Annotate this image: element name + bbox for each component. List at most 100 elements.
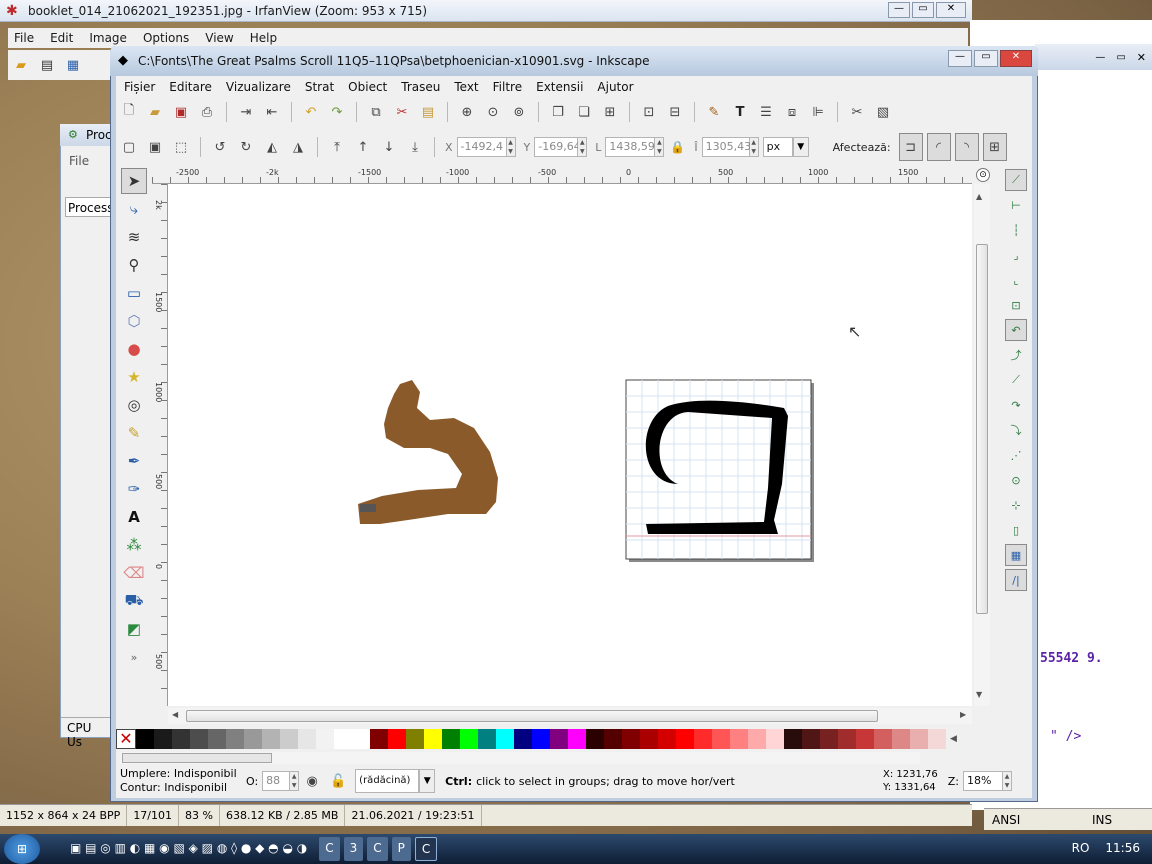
inkscape-maximize-button[interactable]: ▭ (974, 50, 998, 67)
palette-swatch[interactable] (226, 729, 244, 749)
xml-editor-icon[interactable]: ⧈ (783, 103, 801, 121)
palette-swatch[interactable] (424, 729, 442, 749)
palette-swatch[interactable] (352, 729, 370, 749)
rotate-cw-icon[interactable]: ↻ (237, 138, 255, 156)
palette-swatch[interactable] (640, 729, 658, 749)
transform-patterns-icon[interactable]: ⊞ (982, 133, 1007, 161)
paint-bucket-tool-icon[interactable]: ⛟ (121, 588, 147, 614)
taskbar-item-3[interactable]: C (367, 837, 388, 861)
menu-ajutor[interactable]: Ajutor (597, 80, 633, 94)
palette-swatch[interactable] (478, 729, 496, 749)
rectangle-tool-icon[interactable]: ▭ (121, 280, 147, 306)
width-field[interactable]: 1438,59 (605, 137, 656, 157)
rotate-ccw-icon[interactable]: ↺ (211, 138, 229, 156)
clone-icon[interactable]: ❏ (575, 103, 593, 121)
palette-swatch[interactable] (694, 729, 712, 749)
unlink-clone-icon[interactable]: ⊞ (601, 103, 619, 121)
zoom-field[interactable]: 18% (963, 771, 1003, 791)
paste-icon[interactable]: ▤ (419, 103, 437, 121)
irfan-menu-image[interactable]: Image (89, 31, 127, 45)
palette-swatch[interactable] (154, 729, 172, 749)
layer-lock-icon[interactable]: 🔓 (329, 772, 347, 790)
menu-obiect[interactable]: Obiect (348, 80, 387, 94)
palette-swatch[interactable] (208, 729, 226, 749)
palette-swatch[interactable] (730, 729, 748, 749)
lock-icon[interactable]: 🔒 (668, 138, 686, 156)
irfan-menu-edit[interactable]: Edit (50, 31, 73, 45)
irfan-menu-view[interactable]: View (205, 31, 233, 45)
palette-swatch[interactable] (190, 729, 208, 749)
menu-fisier[interactable]: Fișier (124, 80, 155, 94)
zoom-drawing-icon[interactable]: ⊙ (484, 103, 502, 121)
palette-swatch[interactable] (892, 729, 910, 749)
deselect-icon[interactable]: ⬚ (172, 138, 190, 156)
palette-swatch[interactable] (748, 729, 766, 749)
scale-corners-icon[interactable]: ◜ (926, 133, 951, 161)
taskbar-item-1[interactable]: C (319, 837, 340, 861)
quicklaunch-icons[interactable]: ▣ ▤ ◎ ▥ ◐ ▦ ◉ ▧ ◈ ▨ ◍ ◊ ● ◆ ◓ ◒ ◑ (64, 837, 313, 861)
palette-swatch[interactable] (676, 729, 694, 749)
lower-to-bottom-icon[interactable]: ⤓ (406, 138, 424, 156)
layer-select[interactable]: (rădăcină) (355, 769, 420, 793)
transform-gradients-icon[interactable]: ◝ (954, 133, 979, 161)
palette-swatch[interactable] (622, 729, 640, 749)
palette-swatch[interactable] (568, 729, 586, 749)
ellipse-tool-icon[interactable]: ● (121, 336, 147, 362)
editor-close-button[interactable]: ✕ (1137, 51, 1146, 64)
copy-icon[interactable]: ⧉ (367, 103, 385, 121)
palette-swatch[interactable] (388, 729, 406, 749)
clock[interactable]: 11:56 (1099, 837, 1146, 861)
taskbar-item-irfanview[interactable]: 3 (343, 837, 364, 861)
palette-swatch[interactable] (136, 729, 154, 749)
palette-swatch[interactable] (604, 729, 622, 749)
height-spinner[interactable]: ▲ ▼ (749, 137, 759, 157)
spiral-tool-icon[interactable]: ◎ (121, 392, 147, 418)
palette-menu-icon[interactable]: ◀ (950, 734, 957, 744)
y-field[interactable]: -169,64 (534, 137, 581, 157)
snap-bbox-icon[interactable]: ⊢ (1005, 194, 1027, 216)
palette-swatch[interactable] (712, 729, 730, 749)
flip-horizontal-icon[interactable]: ◭ (263, 138, 281, 156)
filmstrip-icon[interactable]: ▤ (38, 56, 56, 74)
y-spinner[interactable]: ▲ ▼ (578, 137, 588, 157)
height-field[interactable]: 1305,43 (701, 137, 751, 157)
document-properties-icon[interactable]: ▧ (874, 103, 892, 121)
snap-bbox-corners-icon[interactable]: ⌟ (1005, 244, 1027, 266)
snap-intersections-icon[interactable]: ⟋ (1005, 369, 1027, 391)
snap-grid-icon[interactable]: ▦ (1005, 544, 1027, 566)
new-document-icon[interactable]: 🗋 (120, 103, 138, 121)
maximize-button[interactable]: ▭ (912, 2, 934, 18)
menu-vizualizare[interactable]: Vizualizare (226, 80, 291, 94)
inkscape-close-button[interactable]: ✕ (1000, 50, 1032, 67)
text-font-icon[interactable]: T (731, 103, 749, 121)
more-tools-icon[interactable]: » (121, 644, 147, 670)
snap-bbox-edges-icon[interactable]: ┆ (1005, 219, 1027, 241)
vertical-scrollbar[interactable]: ▲ ▼ (974, 184, 990, 706)
eraser-tool-icon[interactable]: ⌫ (121, 560, 147, 586)
zoom-correction-icon[interactable]: ⊙ (976, 168, 990, 182)
open-icon[interactable]: ▰ (146, 103, 164, 121)
snap-smooth-nodes-icon[interactable]: ⤵ (1005, 419, 1027, 441)
snap-paths-icon[interactable]: ⤴ (1005, 344, 1027, 366)
opacity-field[interactable]: 88 (262, 771, 291, 791)
snap-nodes-icon[interactable]: ↶ (1005, 319, 1027, 341)
vertical-scroll-thumb[interactable] (976, 244, 988, 614)
pen-tool-icon[interactable]: ✒ (121, 448, 147, 474)
snap-toggle-icon[interactable]: ⟋ (1005, 169, 1027, 191)
opacity-spinner[interactable]: ▲ ▼ (290, 771, 300, 791)
palette-swatch[interactable] (496, 729, 514, 749)
palette-swatch[interactable] (298, 729, 316, 749)
open-folder-icon[interactable]: ▰ (12, 56, 30, 74)
layers-icon[interactable]: ☰ (757, 103, 775, 121)
width-spinner[interactable]: ▲ ▼ (655, 137, 665, 157)
inkscape-title-bar[interactable]: ◆ C:\Fonts\The Great Psalms Scroll 11Q5–… (110, 46, 1038, 76)
palette-swatch[interactable] (370, 729, 388, 749)
snap-bbox-centers-icon[interactable]: ⊡ (1005, 294, 1027, 316)
palette-swatch[interactable] (658, 729, 676, 749)
scale-stroke-icon[interactable]: ⊐ (898, 133, 923, 161)
cut-icon[interactable]: ✂ (393, 103, 411, 121)
zoom-spinner[interactable]: ▲ ▼ (1003, 771, 1012, 791)
save-icon[interactable]: ▣ (172, 103, 190, 121)
irfanview-title-bar[interactable]: ✱ booklet_014_21062021_192351.jpg - Irfa… (0, 0, 972, 22)
snap-cusp-nodes-icon[interactable]: ↷ (1005, 394, 1027, 416)
